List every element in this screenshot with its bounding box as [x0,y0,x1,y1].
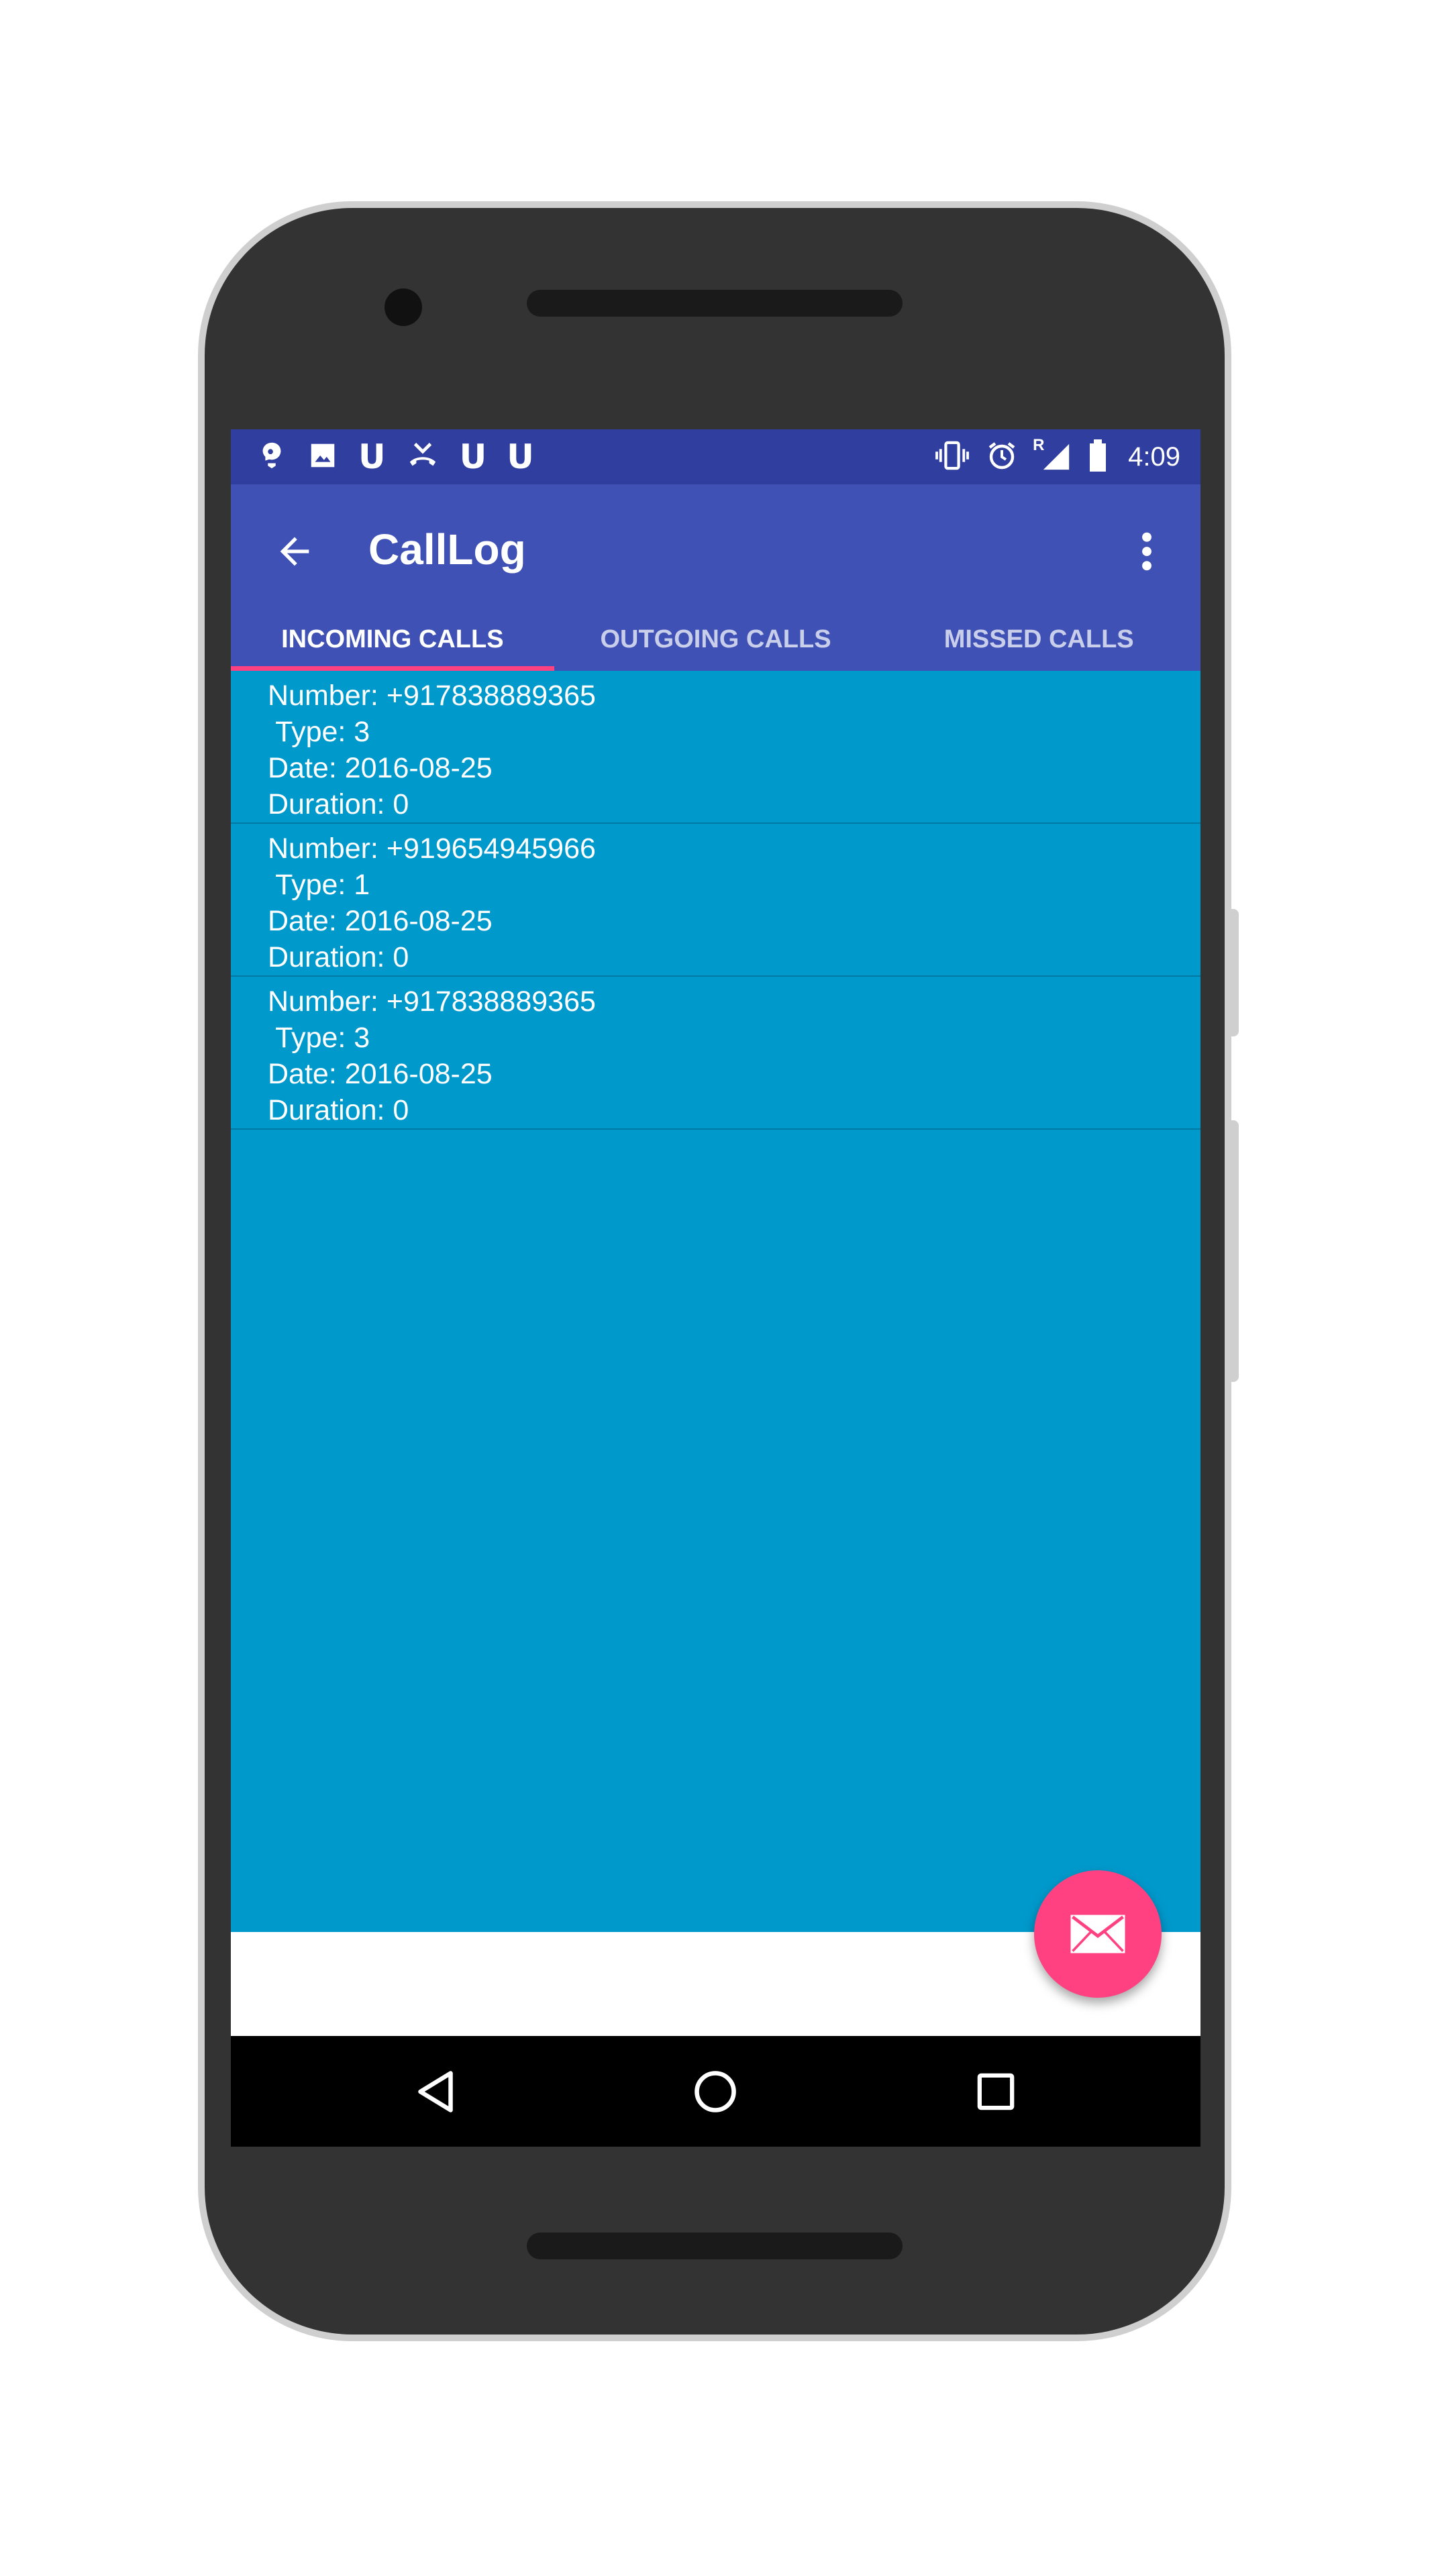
image-notification-icon [307,440,338,474]
battery-icon [1088,439,1108,474]
app-bar: CallLog INCOMING CALLS OUTGOING CALLS MI… [231,484,1200,671]
alarm-icon [986,439,1018,474]
missed-call-icon [406,440,440,474]
front-camera [385,288,422,326]
nav-back-button[interactable] [382,2036,489,2147]
top-speaker [527,290,903,317]
list-item[interactable]: Number: +917838889365 Type: 3 Date: 2016… [231,977,1200,1130]
arrow-back-icon [280,537,309,566]
overflow-menu-button[interactable] [1120,521,1174,582]
mail-icon [1070,1915,1125,1953]
brain-notification-icon [256,440,287,474]
u-notification-icon: U [459,437,487,476]
vibrate-icon [933,440,971,474]
nav-recents-button[interactable] [942,2036,1050,2147]
more-vert-icon [1142,532,1152,571]
device-screen: U U U R 4:09 CallLog INCOMING CALLS OUTG… [231,429,1200,2147]
status-time: 4:09 [1128,441,1180,472]
nav-home-button[interactable] [662,2036,769,2147]
list-item[interactable]: Number: +919654945966 Type: 1 Date: 2016… [231,824,1200,977]
back-icon [418,2070,453,2112]
compose-message-button[interactable] [1034,1870,1162,1998]
back-button[interactable] [264,521,325,582]
tab-missed-calls[interactable]: MISSED CALLS [877,608,1200,671]
navigation-bar [231,2036,1200,2147]
volume-button [1228,909,1239,1036]
recents-icon [977,2073,1015,2110]
page-title: CallLog [368,525,526,574]
u-notification-icon: U [358,437,386,476]
system-icons: R 4:09 [933,429,1180,484]
notification-icons: U U U [256,429,534,484]
tab-outgoing-calls[interactable]: OUTGOING CALLS [554,608,878,671]
call-log-list: Number: +917838889365 Type: 3 Date: 2016… [231,671,1200,1932]
home-icon [695,2070,736,2112]
power-button [1228,1120,1239,1382]
status-bar: U U U R 4:09 [231,429,1200,484]
tab-incoming-calls[interactable]: INCOMING CALLS [231,608,554,671]
u-notification-icon: U [507,437,534,476]
bottom-speaker [527,2233,903,2259]
tab-bar: INCOMING CALLS OUTGOING CALLS MISSED CAL… [231,608,1200,671]
signal-roaming-icon: R [1033,436,1073,474]
list-item[interactable]: Number: +917838889365 Type: 3 Date: 2016… [231,671,1200,824]
